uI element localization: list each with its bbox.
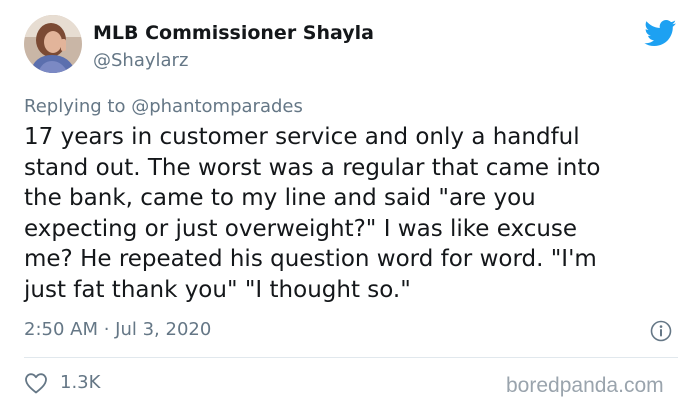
reply-prefix: Replying to (24, 96, 126, 117)
reply-to-link[interactable]: @phantomparades (131, 96, 303, 117)
tweet-text: 17 years in customer service and only a … (24, 124, 601, 303)
avatar[interactable] (24, 15, 82, 73)
reply-context: Replying to @phantomparades (24, 96, 303, 117)
user-handle[interactable]: @Shaylarz (93, 50, 188, 71)
display-name[interactable]: MLB Commissioner Shayla (93, 22, 374, 44)
twitter-bird-icon[interactable] (644, 20, 677, 47)
info-icon[interactable] (650, 320, 672, 342)
like-count[interactable]: 1.3K (60, 372, 100, 393)
tweet-timestamp[interactable]: 2:50 AM · Jul 3, 2020 (24, 319, 211, 340)
watermark: boredpanda.com (506, 374, 664, 397)
heart-icon[interactable] (24, 372, 48, 394)
divider (24, 357, 678, 358)
